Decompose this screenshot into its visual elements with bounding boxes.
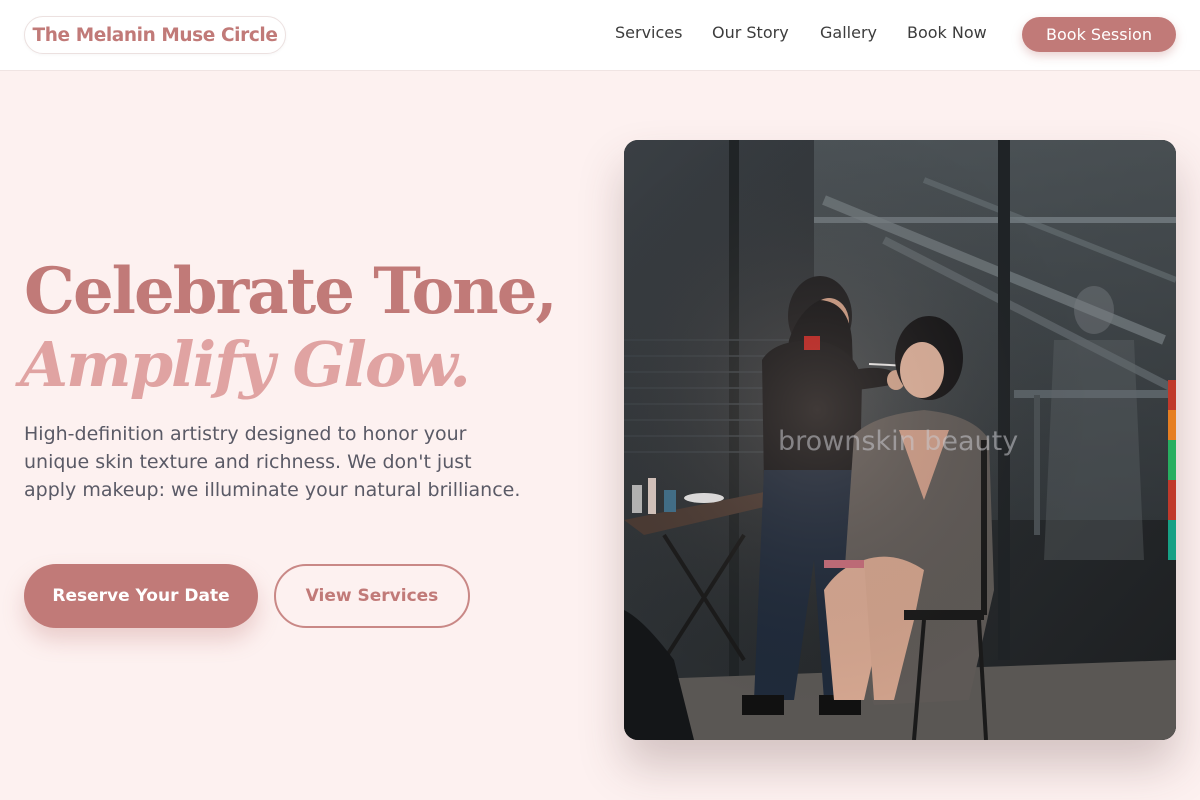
nav-link-services[interactable]: Services — [615, 23, 682, 42]
site-logo[interactable]: The Melanin Muse Circle — [24, 16, 286, 54]
reserve-date-button[interactable]: Reserve Your Date — [24, 564, 258, 628]
view-services-button[interactable]: View Services — [274, 564, 470, 628]
book-session-button[interactable]: Book Session — [1022, 17, 1176, 52]
hero-description: High-definition artistry designed to hon… — [24, 423, 521, 501]
hero-headline-line2: Amplify Glow. — [20, 328, 471, 401]
hero-photo: brownskin beauty — [624, 140, 1176, 740]
nav-link-our-story[interactable]: Our Story — [712, 23, 789, 42]
nav-link-book-now[interactable]: Book Now — [907, 23, 987, 42]
hero-headline-line1: Celebrate Tone, — [24, 254, 558, 329]
image-watermark: brownskin beauty — [778, 426, 1019, 457]
nav-link-gallery[interactable]: Gallery — [820, 23, 877, 42]
site-header: The Melanin Muse Circle Services Our Sto… — [0, 0, 1200, 71]
